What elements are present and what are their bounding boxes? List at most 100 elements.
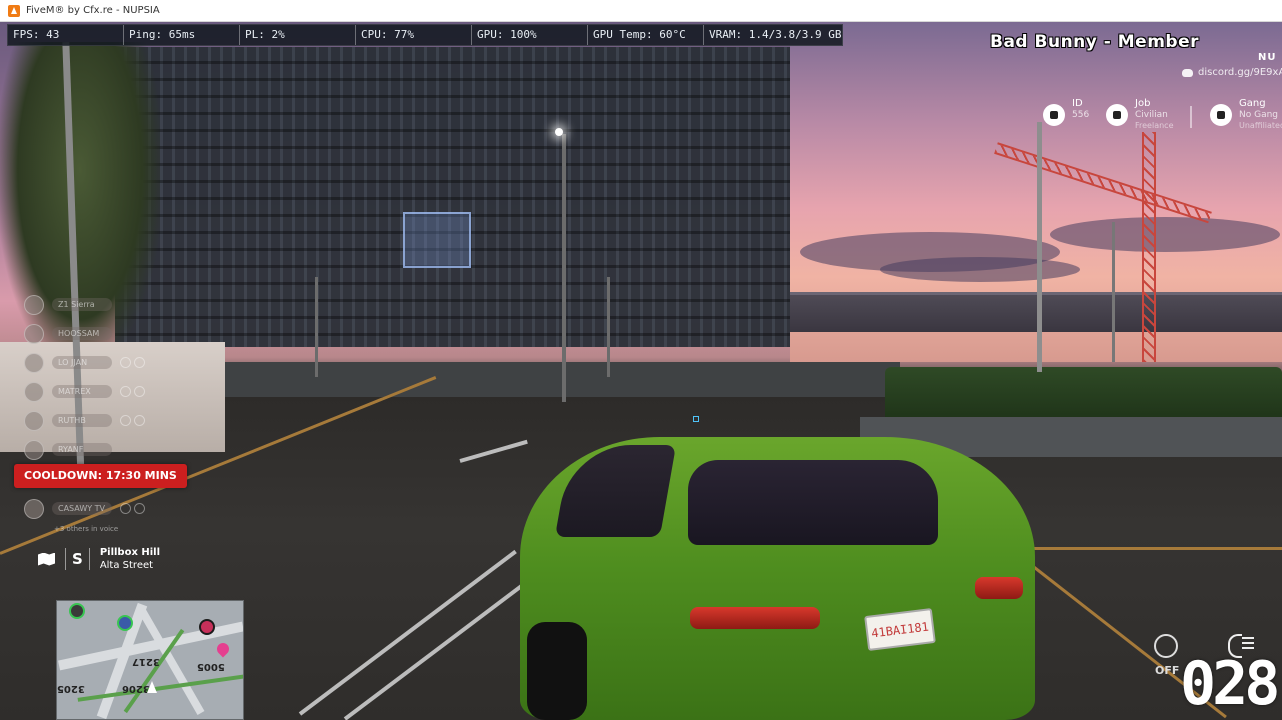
location-area: Pillbox Hill	[99, 547, 161, 558]
heart-icon	[214, 640, 232, 658]
fps-counter: FPS: 43	[8, 25, 124, 45]
discord-icon	[1182, 68, 1193, 77]
location-street: Alta Street	[99, 560, 154, 571]
skull-blip-icon	[69, 603, 85, 619]
voice-user-name: CASAWY TV	[52, 502, 112, 515]
id-value: 556	[1072, 110, 1090, 120]
cooldown-badge: COOLDOWN: 17:30 MINS	[14, 464, 187, 488]
vram-counter: VRAM: 1.4/3.8/3.9 GB	[709, 28, 842, 41]
lamp-pole	[1112, 222, 1115, 362]
voice-user: RUTHB	[24, 406, 184, 435]
cloud	[1050, 217, 1280, 252]
packet-loss-counter: PL: 2%	[240, 25, 356, 45]
compass-direction: S	[65, 548, 90, 570]
headset-icon	[134, 386, 145, 397]
minimap-label: 3205	[57, 683, 85, 694]
user-icon	[1043, 104, 1065, 126]
voice-user-name: Z1 Sierra	[52, 298, 112, 311]
building-floors	[115, 47, 790, 347]
job-value: Civilian	[1135, 110, 1168, 120]
lamp-pole	[607, 277, 610, 377]
id-label: ID	[1072, 98, 1083, 109]
server-name: Bad Bunny - Member	[990, 32, 1199, 52]
minimap-label: 3217	[132, 656, 160, 667]
avatar	[24, 498, 44, 519]
voice-user: CASAWY TV	[24, 494, 184, 523]
tail-light-left	[690, 607, 820, 629]
location-display: S Pillbox Hill Alta Street	[38, 546, 160, 572]
speedometer: 028	[1180, 649, 1280, 719]
mic-icon	[120, 386, 131, 397]
headset-icon	[134, 415, 145, 426]
voice-user-name: HOOSSAM	[52, 327, 112, 340]
performance-overlay: FPS: 43 Ping: 65ms PL: 2% CPU: 77% GPU: …	[7, 24, 843, 46]
avatar	[24, 323, 44, 344]
voice-user-name: RYANF	[52, 443, 112, 456]
street-lamp	[555, 128, 563, 136]
gpu-temp-counter: GPU Temp: 60°C	[588, 25, 704, 45]
window-titlebar: FiveM® by Cfx.re - NUPSIA	[0, 0, 1282, 22]
voice-user: HOOSSAM	[24, 319, 184, 348]
gang-block: Gang No Gang Unaffiliated	[1210, 98, 1282, 131]
window-title: FiveM® by Cfx.re - NUPSIA	[26, 5, 160, 16]
voice-user: LO JJAN	[24, 348, 184, 377]
cruise-control-icon	[1154, 634, 1178, 658]
minimap-label: 3206	[122, 683, 150, 694]
avatar	[24, 381, 44, 402]
job-label: Job	[1135, 98, 1151, 109]
ping-counter: Ping: 65ms	[124, 25, 240, 45]
tire	[527, 622, 587, 720]
cloud	[880, 257, 1080, 282]
player-arrow-icon	[147, 681, 157, 693]
hedge	[885, 367, 1282, 422]
crosshair	[693, 416, 699, 422]
voice-user: Z1 Sierra	[24, 290, 184, 319]
player-id-block: ID 556	[1043, 98, 1089, 126]
mic-icon	[120, 503, 131, 514]
gang-icon	[1210, 104, 1232, 126]
low-wall	[220, 362, 900, 397]
discord-url: discord.gg/9E9xA	[1198, 67, 1282, 78]
avatar	[24, 294, 44, 315]
fivem-logo-icon	[8, 4, 20, 17]
skull-blip-icon	[199, 619, 215, 635]
minimap-label: 5005	[197, 661, 225, 672]
voice-user: MATREX	[24, 377, 184, 406]
player-blip-icon	[117, 615, 133, 631]
gang-value: No Gang	[1239, 110, 1279, 120]
lamp-pole	[562, 134, 566, 402]
server-short-name: NU	[1258, 52, 1277, 63]
parking-stripe	[1020, 547, 1282, 550]
cruise-control-state: OFF	[1155, 664, 1180, 677]
discord-link: discord.gg/9E9xA	[1182, 67, 1282, 78]
cpu-counter: CPU: 77%	[356, 25, 472, 45]
voice-user-name: LO JJAN	[52, 356, 112, 369]
headset-icon	[134, 357, 145, 368]
gang-sub: Unaffiliated	[1239, 121, 1282, 130]
crane-mast	[1142, 132, 1156, 362]
minimap[interactable]: 3217 3206 3205 5005	[56, 600, 244, 720]
car-rear-window	[688, 460, 938, 545]
gang-label: Gang	[1239, 98, 1266, 109]
job-grade: Freelance	[1135, 121, 1174, 130]
lamp-pole	[315, 277, 318, 377]
voice-others-count: +3 others in voice	[54, 525, 119, 533]
voice-list: Z1 Sierra HOOSSAM LO JJAN MATREX RUTHB R…	[24, 290, 184, 533]
gpu-counter: GPU: 100%	[472, 25, 588, 45]
avatar	[24, 352, 44, 373]
minimap-road	[77, 674, 243, 702]
info-divider	[1190, 106, 1192, 128]
tail-light-right	[975, 577, 1023, 599]
map-icon	[38, 552, 55, 566]
mic-icon	[120, 415, 131, 426]
headset-icon	[134, 503, 145, 514]
voice-user-name: RUTHB	[52, 414, 112, 427]
voice-user-name: MATREX	[52, 385, 112, 398]
job-block: Job Civilian Freelance	[1106, 98, 1174, 131]
avatar	[24, 410, 44, 431]
mic-icon	[120, 357, 131, 368]
building-sign	[403, 212, 471, 268]
overpass	[790, 292, 1282, 332]
job-icon	[1106, 104, 1128, 126]
lamp-pole	[1037, 122, 1042, 372]
